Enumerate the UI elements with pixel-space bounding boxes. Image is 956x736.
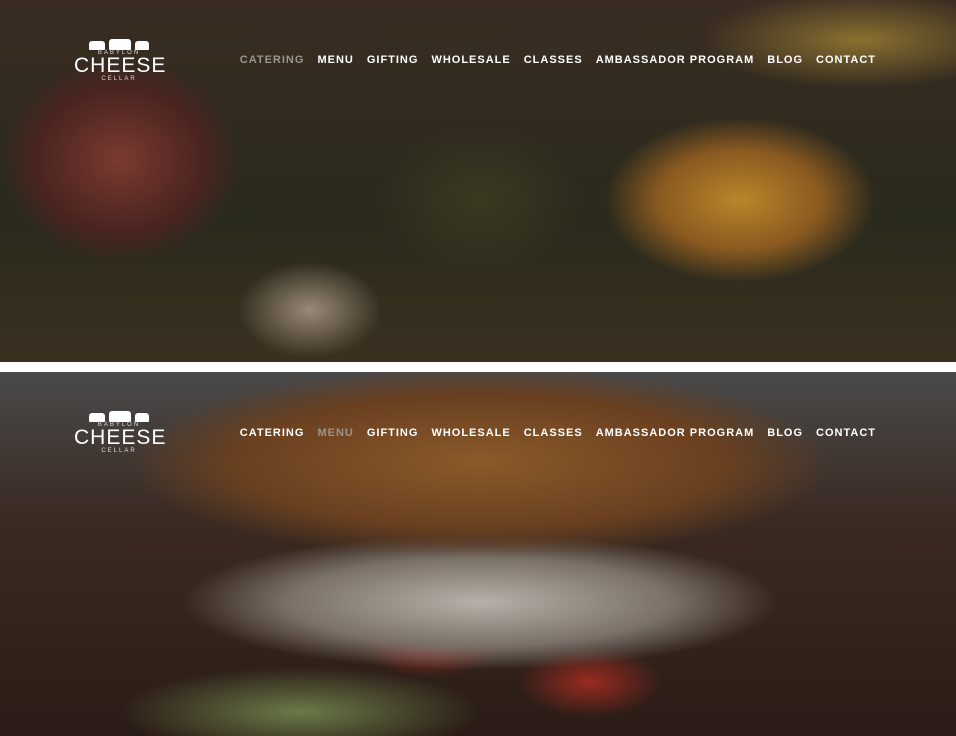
main-nav: CATERING MENU GIFTING WHOLESALE CLASSES … xyxy=(240,427,876,439)
nav-ambassador[interactable]: AMBASSADOR PROGRAM xyxy=(596,54,755,66)
animals-icon xyxy=(74,36,164,50)
nav-menu[interactable]: MENU xyxy=(317,427,353,439)
nav-wholesale[interactable]: WHOLESALE xyxy=(431,54,510,66)
nav-blog[interactable]: BLOG xyxy=(767,427,803,439)
nav-contact[interactable]: CONTACT xyxy=(816,54,876,66)
main-nav: CATERING MENU GIFTING WHOLESALE CLASSES … xyxy=(240,54,876,66)
logo[interactable]: BABYLON CHEESE CELLAR xyxy=(74,408,167,454)
nav-classes[interactable]: CLASSES xyxy=(524,427,583,439)
nav-wholesale[interactable]: WHOLESALE xyxy=(431,427,510,439)
hero-menu: BABYLON CHEESE CELLAR CATERING MENU GIFT… xyxy=(0,372,956,736)
animals-icon xyxy=(74,408,164,422)
nav-ambassador[interactable]: AMBASSADOR PROGRAM xyxy=(596,427,755,439)
nav-blog[interactable]: BLOG xyxy=(767,54,803,66)
nav-catering[interactable]: CATERING xyxy=(240,427,305,439)
nav-gifting[interactable]: GIFTING xyxy=(367,54,419,66)
logo-main: CHEESE xyxy=(74,54,167,77)
nav-classes[interactable]: CLASSES xyxy=(524,54,583,66)
nav-menu[interactable]: MENU xyxy=(317,54,353,66)
nav-catering[interactable]: CATERING xyxy=(240,54,305,66)
nav-contact[interactable]: CONTACT xyxy=(816,427,876,439)
logo-main: CHEESE xyxy=(74,426,167,449)
nav-gifting[interactable]: GIFTING xyxy=(367,427,419,439)
hero-catering: BABYLON CHEESE CELLAR CATERING MENU GIFT… xyxy=(0,0,956,362)
logo[interactable]: BABYLON CHEESE CELLAR xyxy=(74,36,167,82)
